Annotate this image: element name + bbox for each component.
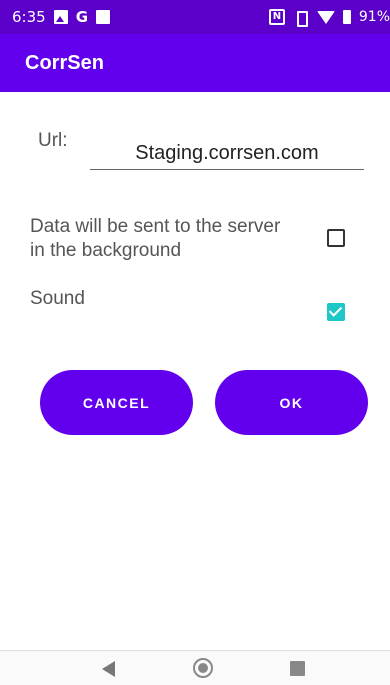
calendar-icon	[96, 10, 110, 24]
url-input[interactable]	[90, 138, 364, 170]
ok-button[interactable]: OK	[215, 370, 368, 435]
status-time: 6:35	[12, 8, 46, 26]
app-bar: CorrSen	[0, 34, 390, 92]
battery-percent: 91%	[358, 9, 390, 25]
status-bar: 6:35 G N 91%	[0, 0, 390, 34]
google-icon: G	[75, 8, 88, 26]
wifi-icon	[316, 10, 335, 24]
background-send-checkbox[interactable]	[327, 229, 345, 247]
url-label: Url:	[38, 130, 68, 151]
status-right: N 91%	[268, 0, 390, 34]
nfc-icon: N	[268, 9, 285, 25]
background-send-label: Data will be sent to the server in the b…	[30, 216, 281, 261]
status-left: 6:35 G	[12, 8, 110, 26]
app-title: CorrSen	[25, 51, 104, 74]
battery-icon	[342, 10, 351, 24]
recents-icon[interactable]	[290, 661, 305, 676]
vibrate-icon	[293, 10, 309, 27]
back-icon[interactable]	[102, 661, 115, 677]
sound-label: Sound	[30, 288, 85, 309]
home-icon[interactable]	[193, 658, 213, 678]
navigation-bar	[0, 650, 390, 685]
sound-checkbox[interactable]	[327, 303, 345, 321]
cancel-button[interactable]: CANCEL	[40, 370, 193, 435]
gallery-icon	[53, 10, 68, 24]
